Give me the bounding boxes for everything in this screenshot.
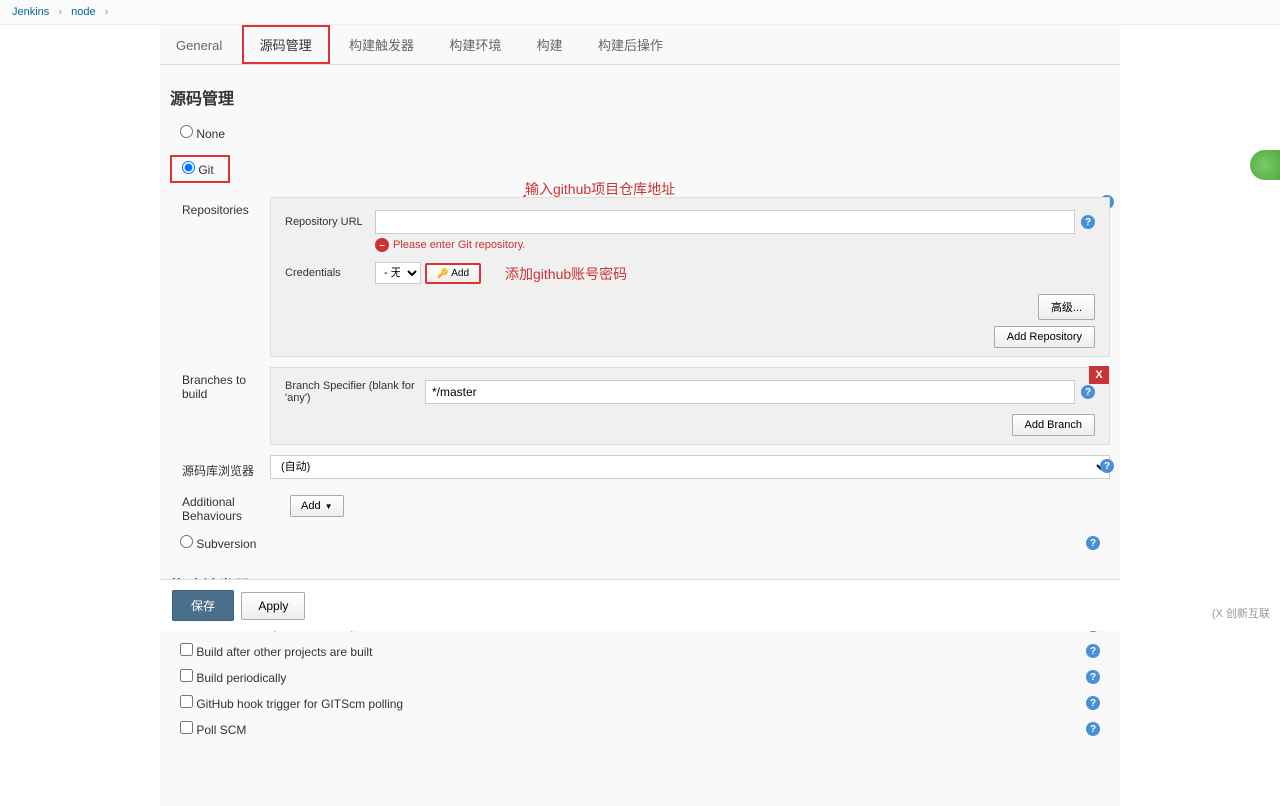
scm-git-row[interactable]: Git xyxy=(170,155,230,183)
label-none: None xyxy=(196,127,225,141)
annotation-url: 输入github项目仓库地址 xyxy=(525,179,675,199)
label-git: Git xyxy=(198,163,213,177)
repo-browser-label: 源码库浏览器 xyxy=(170,456,270,479)
trigger-after-checkbox[interactable] xyxy=(180,643,193,656)
advanced-button[interactable]: 高级... xyxy=(1038,294,1095,320)
credentials-label: Credentials xyxy=(285,267,375,279)
radio-none[interactable] xyxy=(180,125,193,138)
help-icon[interactable]: ? xyxy=(1086,722,1100,736)
add-credential-button[interactable]: 🔑Add xyxy=(425,263,481,284)
logo-badge: (X 创新互联 xyxy=(1212,605,1270,621)
breadcrumb-sep: › xyxy=(58,6,62,18)
repositories-label: Repositories xyxy=(170,197,270,357)
help-icon[interactable]: ? xyxy=(1081,385,1095,399)
trigger-periodic-checkbox[interactable] xyxy=(180,669,193,682)
tab-post[interactable]: 构建后操作 xyxy=(582,27,679,62)
repo-browser-select[interactable]: (自动) xyxy=(270,455,1110,479)
add-branch-button[interactable]: Add Branch xyxy=(1012,414,1095,436)
error-row: – Please enter Git repository. xyxy=(375,238,1095,252)
trigger-poll-checkbox[interactable] xyxy=(180,721,193,734)
float-badge[interactable] xyxy=(1250,150,1280,180)
repo-url-label: Repository URL xyxy=(285,216,375,228)
branches-body: X Branch Specifier (blank for 'any') ? A… xyxy=(270,367,1110,445)
breadcrumb-root[interactable]: Jenkins xyxy=(12,6,49,18)
repositories-body: Repository URL ? – Please enter Git repo… xyxy=(270,197,1110,357)
radio-git[interactable] xyxy=(182,161,195,174)
repo-url-input[interactable] xyxy=(375,210,1075,234)
scm-none-row[interactable]: None xyxy=(170,123,1110,143)
help-icon[interactable]: ? xyxy=(1086,536,1100,550)
trigger-row[interactable]: GitHub hook trigger for GITScm polling ? xyxy=(170,690,1110,716)
trigger-row[interactable]: Build periodically ? xyxy=(170,664,1110,690)
add-behaviour-button[interactable]: Add▼ xyxy=(290,495,344,517)
error-text: Please enter Git repository. xyxy=(393,239,525,251)
save-button[interactable]: 保存 xyxy=(172,590,234,621)
add-repository-button[interactable]: Add Repository xyxy=(994,326,1095,348)
help-icon[interactable]: ? xyxy=(1081,215,1095,229)
chevron-down-icon: ▼ xyxy=(325,502,333,511)
radio-subversion[interactable] xyxy=(180,535,193,548)
tab-triggers[interactable]: 构建触发器 xyxy=(333,27,430,62)
help-icon[interactable]: ? xyxy=(1100,459,1114,473)
help-icon[interactable]: ? xyxy=(1086,670,1100,684)
tab-general[interactable]: General xyxy=(160,30,238,61)
tab-env[interactable]: 构建环境 xyxy=(433,27,517,62)
additional-behaviours-label: Additional Behaviours xyxy=(170,489,290,523)
annotation-cred: 添加github账号密码 xyxy=(505,264,627,284)
branches-label: Branches to build xyxy=(170,367,270,445)
credentials-select[interactable]: - 无 - xyxy=(375,262,421,284)
breadcrumb-sep: › xyxy=(105,6,109,18)
help-icon[interactable]: ? xyxy=(1086,696,1100,710)
breadcrumb: Jenkins › node › xyxy=(0,0,1280,25)
branch-spec-label: Branch Specifier (blank for 'any') xyxy=(285,380,425,404)
trigger-row[interactable]: Poll SCM ? xyxy=(170,716,1110,742)
help-icon[interactable]: ? xyxy=(1086,644,1100,658)
apply-button[interactable]: Apply xyxy=(241,592,305,620)
breadcrumb-node[interactable]: node xyxy=(71,6,95,18)
config-tabs: General 源码管理 构建触发器 构建环境 构建 构建后操作 xyxy=(160,25,1120,65)
trigger-github-checkbox[interactable] xyxy=(180,695,193,708)
tab-build[interactable]: 构建 xyxy=(521,27,579,62)
key-icon: 🔑 xyxy=(437,268,448,278)
label-subversion: Subversion xyxy=(196,537,256,551)
tab-scm[interactable]: 源码管理 xyxy=(242,25,330,64)
branch-spec-input[interactable] xyxy=(425,380,1075,404)
trigger-row[interactable]: Build after other projects are built ? xyxy=(170,638,1110,664)
error-icon: – xyxy=(375,238,389,252)
save-bar: 保存 Apply xyxy=(160,579,1120,631)
scm-title: 源码管理 xyxy=(170,85,1110,109)
